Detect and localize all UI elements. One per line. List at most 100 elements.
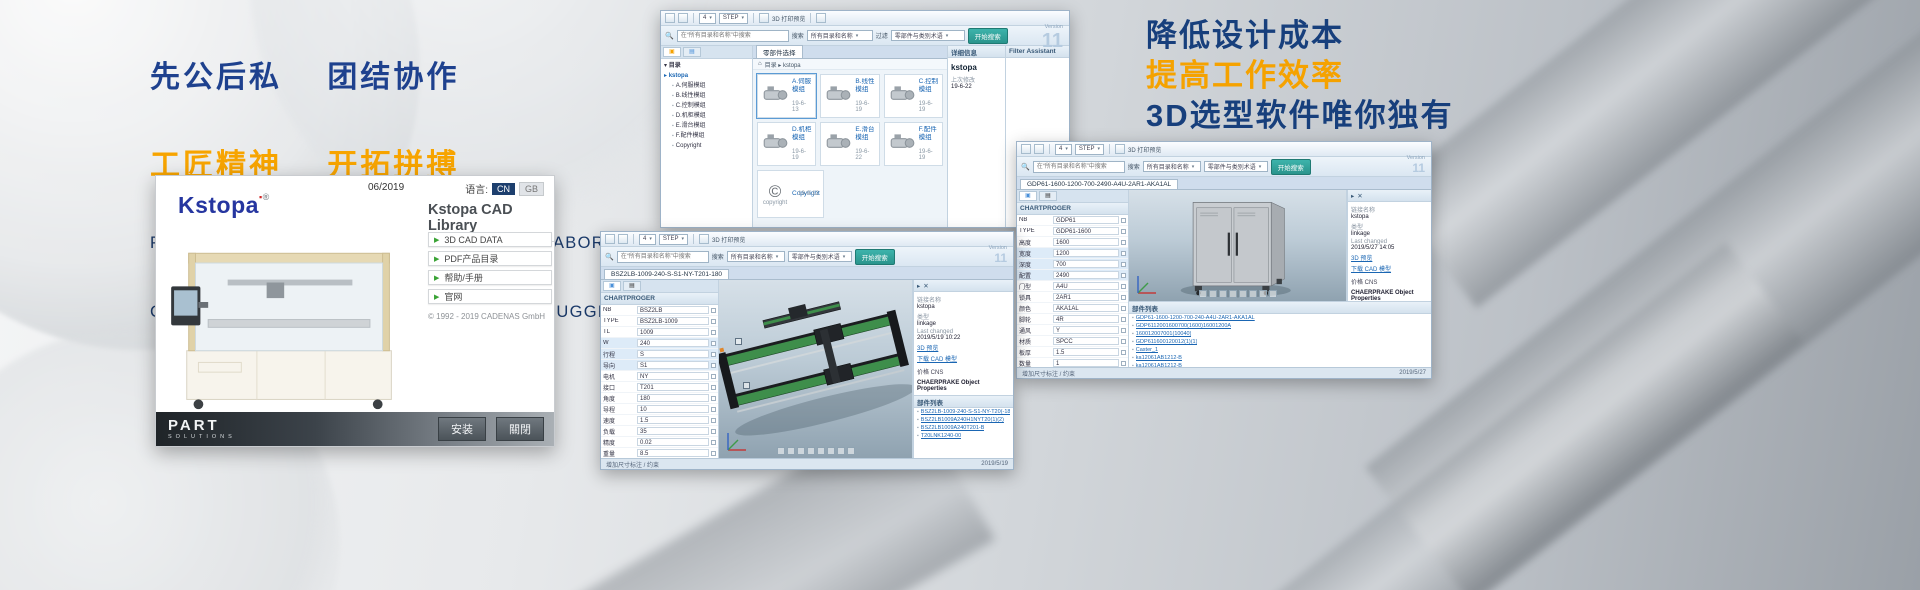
printer-icon[interactable] xyxy=(759,13,769,23)
param-checkbox[interactable] xyxy=(1121,328,1126,333)
tree-item[interactable]: ▪F.配件模组 xyxy=(672,131,749,141)
part-card[interactable]: E.滑台模组 19-6-22 xyxy=(820,122,879,166)
params-tab-table[interactable]: ▤ xyxy=(1039,191,1057,201)
params-tab-values[interactable]: ▣ xyxy=(1019,191,1037,201)
gantry-viewport[interactable] xyxy=(719,280,913,458)
back-icon[interactable] xyxy=(605,234,615,244)
tab-part-title[interactable]: BSZ2LB-1009-240-S-S1-NY-T201-180 xyxy=(604,269,729,279)
view-measure-icon[interactable] xyxy=(1259,290,1267,298)
lang-cn-button[interactable]: CN xyxy=(492,183,515,195)
param-checkbox[interactable] xyxy=(1121,339,1126,344)
format-select[interactable]: STEP▾ xyxy=(719,13,748,24)
start-search-button[interactable]: 开始搜索 xyxy=(968,28,1008,44)
printer-icon[interactable] xyxy=(699,234,709,244)
view-pan-icon[interactable] xyxy=(787,447,795,455)
status-left[interactable]: 增加尺寸标注 / 约束 xyxy=(1022,369,1075,378)
view-iso-icon[interactable] xyxy=(827,447,835,455)
print-preview-label[interactable]: 3D 打印预览 xyxy=(772,14,805,23)
search-input[interactable] xyxy=(617,251,709,263)
parts-list-item[interactable]: ▪ GDP611600120012(1)(1) xyxy=(1129,338,1431,346)
preview-link[interactable]: 3D 预览 xyxy=(917,343,1010,352)
param-row[interactable]: 板厚 1.5 xyxy=(1017,347,1128,358)
breadcrumb[interactable]: ⌂ 目录 ▸ kstopa xyxy=(753,59,947,70)
view-front-icon[interactable] xyxy=(817,447,825,455)
download-link[interactable]: 下载 CAD 模型 xyxy=(917,354,1010,363)
param-row[interactable]: 接口 T201 xyxy=(601,382,718,393)
parts-list-item[interactable]: ▪ Caster_1 xyxy=(1129,346,1431,354)
param-checkbox[interactable] xyxy=(1121,262,1126,267)
print-preview-label[interactable]: 3D 打印预览 xyxy=(712,235,745,244)
status-left[interactable]: 增加尺寸标注 / 约束 xyxy=(606,460,659,469)
param-row[interactable]: NB BSZ2LB xyxy=(601,305,718,316)
param-row[interactable]: TL 1009 xyxy=(601,327,718,338)
param-value[interactable]: GDP61 xyxy=(1053,216,1119,224)
param-value[interactable]: 10 xyxy=(637,405,709,413)
installer-menu-item[interactable]: ▶ PDF产品目录 xyxy=(428,251,552,266)
param-row[interactable]: 重量 8.5 xyxy=(601,448,718,458)
view-fit-icon[interactable] xyxy=(1229,290,1237,298)
param-row[interactable]: 数量 1 xyxy=(1017,358,1128,367)
param-value[interactable]: NY xyxy=(637,372,709,380)
info-close-icon[interactable]: ✕ xyxy=(1357,192,1362,200)
start-search-button[interactable]: 开始搜索 xyxy=(855,249,895,265)
home-icon[interactable] xyxy=(1034,144,1044,154)
info-pin-icon[interactable]: ▸ xyxy=(1351,192,1354,200)
param-row[interactable]: 材质 SPCC xyxy=(1017,336,1128,347)
copyright-card[interactable]: © copyright Copyright 19-9-12 xyxy=(757,170,824,218)
part-card[interactable]: D.机柜模组 19-6-19 xyxy=(757,122,816,166)
tree-item[interactable]: ▪B.线性模组 xyxy=(672,91,749,101)
param-checkbox[interactable] xyxy=(711,330,716,335)
param-value[interactable]: 1 xyxy=(1053,359,1119,367)
param-checkbox[interactable] xyxy=(711,352,716,357)
tree-catalog-kstopa[interactable]: ▸ kstopa xyxy=(664,71,749,81)
param-checkbox[interactable] xyxy=(711,440,716,445)
param-value[interactable]: 180 xyxy=(637,394,709,402)
back-icon[interactable] xyxy=(1021,144,1031,154)
parts-list-item[interactable]: ▪ GDP61-1600-1200-700-240-A4U-2AR1-AKA1A… xyxy=(1129,314,1431,322)
param-checkbox[interactable] xyxy=(1121,361,1126,366)
info-pin-icon[interactable]: ▸ xyxy=(917,282,920,290)
part-card[interactable]: B.线性模组 19-6-19 xyxy=(820,74,879,118)
view-settings-icon[interactable] xyxy=(1269,290,1277,298)
home-icon[interactable] xyxy=(678,13,688,23)
view-rotate-icon[interactable] xyxy=(1199,290,1207,298)
param-checkbox[interactable] xyxy=(711,363,716,368)
anchor-cube-icon[interactable] xyxy=(743,382,750,389)
param-checkbox[interactable] xyxy=(1121,251,1126,256)
param-value[interactable]: 4R xyxy=(1053,315,1119,323)
part-name-link[interactable]: D.机柜模组 xyxy=(792,126,812,142)
param-checkbox[interactable] xyxy=(711,308,716,313)
installer-menu-item[interactable]: ▶ 3D CAD DATA xyxy=(428,232,552,247)
tab-part-title[interactable]: GDP61-1600-1200-700-2490-A4U-2AR1-AKA1AL xyxy=(1020,179,1178,189)
param-checkbox[interactable] xyxy=(1121,240,1126,245)
param-row[interactable]: TYPE GDP61-1600 xyxy=(1017,226,1128,237)
tree-item[interactable]: ▪C.控制模组 xyxy=(672,101,749,111)
anchor-cube-icon[interactable] xyxy=(735,338,742,345)
tree-tab-list[interactable]: ▤ xyxy=(683,47,701,57)
view-fit-icon[interactable] xyxy=(807,447,815,455)
param-row[interactable]: 宽度 1200 xyxy=(1017,248,1128,259)
param-value[interactable]: 35 xyxy=(637,427,709,435)
param-row[interactable]: 精度 0.02 xyxy=(601,437,718,448)
parts-list-item[interactable]: ▪ BSZ2LB1009A240T201-B xyxy=(914,424,1013,432)
param-row[interactable]: 行程 S xyxy=(601,349,718,360)
filter-select[interactable]: 零部件与类别术语▾ xyxy=(1204,161,1268,172)
param-row[interactable]: 速度 1.5 xyxy=(601,415,718,426)
installer-menu-item[interactable]: ▶ 官网 xyxy=(428,289,552,304)
cabinet-viewport[interactable] xyxy=(1129,190,1347,301)
part-name-link[interactable]: F.配件模组 xyxy=(919,126,939,142)
view-pan-icon[interactable] xyxy=(1209,290,1217,298)
scope-select[interactable]: 所有目录和名称▾ xyxy=(1143,161,1201,172)
param-row[interactable]: 通风 Y xyxy=(1017,325,1128,336)
view-measure-icon[interactable] xyxy=(837,447,845,455)
param-row[interactable]: TYPE BSZ2LB-1009 xyxy=(601,316,718,327)
param-value[interactable]: Y xyxy=(1053,326,1119,334)
param-checkbox[interactable] xyxy=(1121,229,1126,234)
tab-part-selection[interactable]: 零部件选择 xyxy=(756,45,803,58)
param-value[interactable]: 2AR1 xyxy=(1053,293,1119,301)
info-close-icon[interactable]: ✕ xyxy=(923,282,928,290)
search-input[interactable] xyxy=(1033,161,1125,173)
part-card[interactable]: A.伺服模组 19-6-13 xyxy=(757,74,816,118)
param-value[interactable]: BSZ2LB xyxy=(637,306,709,314)
view-iso-icon[interactable] xyxy=(1249,290,1257,298)
